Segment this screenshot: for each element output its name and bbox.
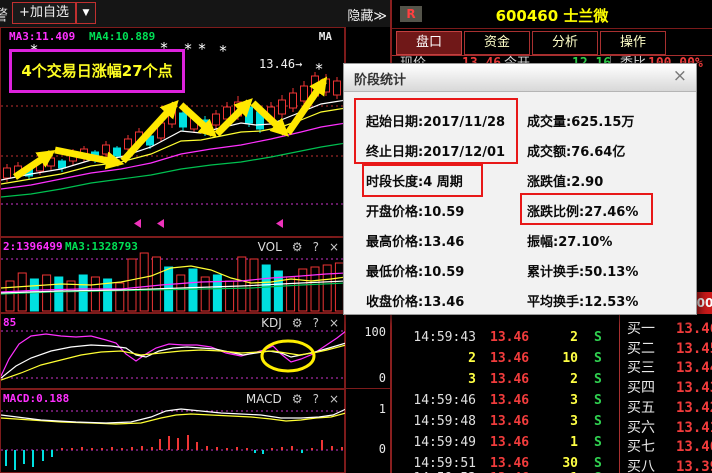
bid-level-row[interactable]: 买四13.43 — [620, 379, 712, 398]
kdj-scale-min: 0 — [378, 371, 386, 385]
price-callout: 13.46→ — [259, 57, 303, 71]
tab-1[interactable]: 资金 — [464, 31, 530, 55]
ma-indicator-label: MA — [318, 30, 332, 43]
popup-stat: 收盘价格:13.46 — [366, 295, 465, 310]
kdj-scale: 100 0 — [346, 313, 390, 389]
kdj-value-label: 85 — [3, 316, 17, 329]
trade-row: 14:59:48 13.46 3 S — [413, 414, 602, 429]
popup-stat: 成交量:625.15万 — [527, 115, 635, 130]
help-icon[interactable]: ? — [313, 240, 319, 254]
trade-row: 3 13.46 2 S — [468, 372, 602, 387]
trade-row: 14:59:46 13.46 3 S — [413, 393, 602, 408]
gear-icon[interactable]: ⚙ — [292, 392, 303, 406]
bid-level-row[interactable]: 买五13.42 — [620, 399, 712, 418]
close-icon[interactable]: × — [673, 66, 687, 86]
kdj-pane: 85 KDJ ⚙ ? × — [0, 313, 346, 389]
time-and-sales-list: 13.466S14:59:4313.462S213.4610S313.462S1… — [394, 300, 619, 473]
close-icon[interactable]: × — [329, 240, 339, 254]
svg-text:*: * — [198, 40, 206, 58]
svg-text:*: * — [184, 40, 192, 58]
volume-ma2-label: 2:1396499 — [3, 240, 63, 253]
macd-scale-max: 1 — [378, 402, 386, 416]
dialog-title: 阶段统计 — [354, 73, 407, 88]
trade-row: 14:59:49 13.46 1 S — [413, 435, 602, 450]
trade-row: 14:59:43 13.46 2 S — [413, 330, 602, 345]
ma3-label: MA3:11.409 — [9, 30, 76, 43]
gear-icon[interactable]: ⚙ — [292, 240, 303, 254]
bid-level-row[interactable]: 买二13.45 — [620, 340, 712, 359]
popup-stat: 起始日期:2017/11/28 — [366, 115, 506, 130]
macd-scale: 1 0 — [346, 389, 390, 473]
stage-stats-dialog: 阶段统计 × 起始日期:2017/11/28 终止日期:2017/12/01 时段长… — [343, 63, 697, 315]
bid-level-row[interactable]: 买三13.44 — [620, 359, 712, 378]
bid-level-row[interactable]: 买六13.41 — [620, 419, 712, 438]
popup-stat: 平均换手:12.53% — [527, 295, 639, 310]
quote-panel-header: R 600460 士兰微 — [392, 0, 712, 29]
add-watchlist-dropdown[interactable]: ▼ — [76, 2, 96, 24]
toolbar: 警 +加自选 ▼ 隐藏≫ — [0, 0, 390, 27]
annotation-box: 4个交易日涨幅27个点 — [9, 49, 185, 93]
volume-ma3-label: MA3:1328793 — [65, 240, 138, 253]
popup-stat: 涨跌比例:27.46% — [527, 205, 639, 220]
tab-3[interactable]: 操作 — [600, 31, 666, 55]
stock-code-name: 600460 士兰微 — [495, 7, 609, 25]
dialog-titlebar: 阶段统计 × — [344, 64, 696, 92]
volume-pane: 2:1396499 MA3:1328793 VOL ⚙ ? × — [0, 237, 346, 313]
popup-stat: 终止日期:2017/12/01 — [366, 145, 506, 160]
macd-pane-title: MACD — [245, 392, 282, 406]
popup-stat: 开盘价格:10.59 — [366, 205, 465, 220]
bid-level-row[interactable]: 买七13.40 — [620, 438, 712, 457]
popup-stat: 累计换手:50.13% — [527, 265, 639, 280]
help-icon[interactable]: ? — [313, 316, 319, 330]
close-icon[interactable]: × — [329, 316, 339, 330]
candlestick-pane: MA3:11.409 MA4:10.889 MA * * * * * * 4个交易日涨幅2… — [0, 27, 346, 237]
bid-level-row[interactable]: 买八13.39 — [620, 458, 712, 473]
popup-stat: 最低价格:10.59 — [366, 265, 465, 280]
kdj-scale-max: 100 — [364, 325, 386, 339]
macd-pane: MACD:0.188 MACD ⚙ ? × — [0, 389, 346, 473]
help-icon[interactable]: ? — [313, 392, 319, 406]
svg-text:*: * — [315, 60, 323, 78]
popup-stat: 时段长度:4 周期 — [366, 175, 463, 190]
stock-trading-app-window: 警 +加自选 ▼ 隐藏≫ MA3:11.409 MA4:10.889 MA * *… — [0, 0, 712, 473]
popup-stat: 振幅:27.10% — [527, 235, 613, 250]
quote-tabs: 盘口 资金 分析 操作 — [392, 29, 712, 56]
kdj-pane-title: KDJ — [261, 316, 282, 330]
macd-value-label: MACD:0.188 — [3, 392, 70, 405]
macd-scale-min: 0 — [378, 442, 386, 456]
hide-button[interactable]: 隐藏≫ — [347, 5, 387, 24]
add-watchlist-button[interactable]: +加自选 — [12, 2, 76, 24]
gear-icon[interactable]: ⚙ — [292, 316, 303, 330]
bid-level-row[interactable]: 买一13.46 — [620, 320, 712, 339]
popup-stat: 涨跌值:2.90 — [527, 175, 604, 190]
tab-0[interactable]: 盘口 — [396, 31, 462, 55]
limit-highlight-badge: 00 — [696, 292, 712, 314]
tab-2[interactable]: 分析 — [532, 31, 598, 55]
close-icon[interactable]: × — [329, 392, 339, 406]
svg-text:*: * — [219, 42, 227, 60]
bid-levels-list: 买一13.46买二13.45买三13.44买四13.43买五13.42买六13.… — [619, 315, 712, 473]
volume-pane-title: VOL — [257, 240, 282, 254]
popup-stat: 成交额:76.64亿 — [527, 145, 626, 160]
alert-icon: 警 — [0, 6, 9, 24]
trade-row: 14:59:5313.461S — [394, 469, 619, 473]
popup-stat: 最高价格:13.46 — [366, 235, 465, 250]
ma4-label: MA4:10.889 — [89, 30, 156, 43]
trade-row: 2 13.46 10 S — [468, 351, 602, 366]
